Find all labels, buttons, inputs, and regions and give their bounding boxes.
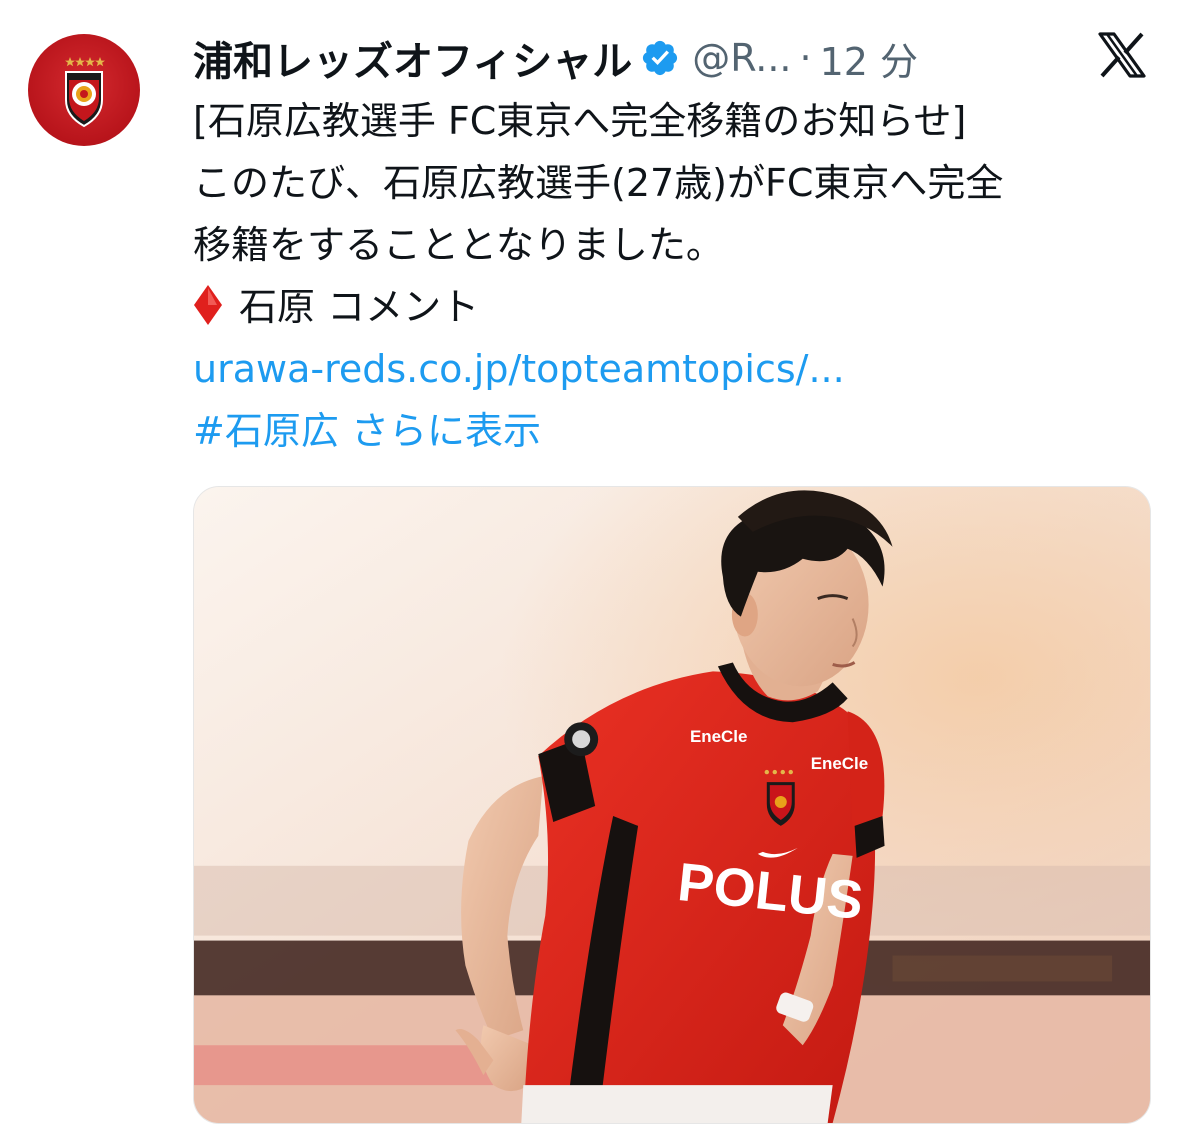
tweet-title: [石原広教選手 FC東京へ完全移籍のお知らせ] — [193, 99, 967, 143]
red-diamond-icon — [193, 284, 223, 326]
show-more-link[interactable]: さらに表示 — [351, 409, 541, 453]
x-logo-icon — [1097, 32, 1147, 78]
comment-line: 石原 コメント — [193, 276, 1158, 338]
tweet[interactable]: 浦和レッズオフィシャル @R... · 12 分 [石原広教選手 FC東京へ完全… — [0, 0, 1178, 1132]
article-link[interactable]: urawa-reds.co.jp/topteamtopics/... — [193, 338, 1158, 400]
tweet-body-line-1: このたび、石原広教選手(27歳)がFC東京へ完全 — [193, 161, 1004, 205]
sleeve-sponsor-left: EneCle — [690, 727, 747, 746]
avatar[interactable] — [28, 34, 140, 146]
soccer-player-photo: POLUS EneCle EneCle — [194, 487, 1150, 1123]
urawa-reds-crest-icon — [65, 57, 105, 128]
verified-badge-icon — [640, 38, 680, 78]
display-name[interactable]: 浦和レッズオフィシャル — [193, 29, 632, 87]
tweet-header: 浦和レッズオフィシャル @R... · 12 分 — [193, 30, 918, 86]
comment-label: 石原 コメント — [239, 285, 480, 329]
tweet-text: [石原広教選手 FC東京へ完全移籍のお知らせ] このたび、石原広教選手(27歳)… — [193, 90, 1158, 462]
sleeve-sponsor-right: EneCle — [811, 754, 868, 773]
hashtag-link[interactable]: #石原広 — [193, 409, 339, 453]
tweet-photo[interactable]: POLUS EneCle EneCle — [193, 486, 1151, 1124]
tweet-body-line-2: 移籍をすることとなりました。 — [193, 223, 724, 267]
separator-dot: · — [799, 36, 812, 80]
hashtag-line: #石原広 さらに表示 — [193, 400, 1158, 462]
timestamp[interactable]: 12 分 — [820, 31, 918, 86]
author-handle[interactable]: @R... — [692, 36, 791, 80]
